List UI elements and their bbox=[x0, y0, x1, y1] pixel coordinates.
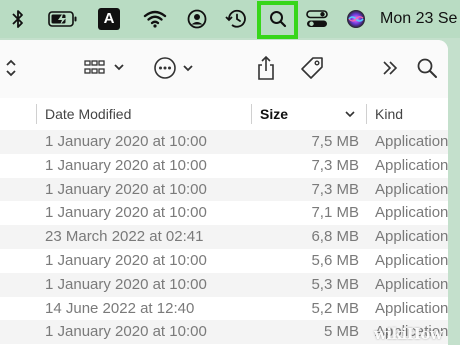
column-size[interactable]: Size bbox=[260, 98, 288, 130]
cell-date-modified: 1 January 2020 at 10:00 bbox=[45, 251, 207, 269]
spotlight-highlight-box bbox=[257, 1, 298, 39]
column-divider bbox=[366, 104, 367, 124]
sort-descending-icon[interactable] bbox=[343, 107, 357, 124]
table-row[interactable]: 1 January 2020 at 10:00 7,5 MB Applicati… bbox=[0, 130, 448, 154]
cell-date-modified: 23 March 2022 at 02:41 bbox=[45, 228, 204, 246]
cell-date-modified: 1 January 2020 at 10:00 bbox=[45, 133, 207, 150]
input-source-label: A bbox=[98, 8, 120, 30]
file-list: 1 January 2020 at 10:00 7,5 MB Applicati… bbox=[0, 130, 448, 345]
column-divider bbox=[36, 104, 37, 124]
bluetooth-icon[interactable] bbox=[8, 0, 28, 38]
tag-icon[interactable] bbox=[298, 48, 326, 88]
cell-size: 7,5 MB bbox=[311, 133, 359, 150]
cell-kind: Application bbox=[375, 133, 448, 150]
cell-kind: Application bbox=[375, 251, 448, 269]
wikihow-watermark: wikiHow bbox=[374, 325, 443, 343]
battery-charging-icon[interactable] bbox=[48, 0, 78, 38]
table-row[interactable]: 1 January 2020 at 10:00 7,1 MB Applicati… bbox=[0, 201, 448, 226]
menu-bar-clock[interactable]: Mon 23 Se bbox=[380, 0, 457, 38]
action-menu-icon[interactable] bbox=[150, 48, 198, 88]
cell-size: 6,8 MB bbox=[311, 228, 359, 246]
column-header: Date Modified Size Kind bbox=[0, 98, 448, 131]
cell-size: 5,2 MB bbox=[311, 299, 359, 317]
cell-size: 7,1 MB bbox=[311, 204, 359, 222]
share-icon[interactable] bbox=[252, 48, 280, 88]
search-icon[interactable] bbox=[414, 48, 440, 88]
cell-kind: Application bbox=[375, 156, 448, 174]
menu-bar: A Mon 23 Se bbox=[0, 0, 460, 39]
cell-kind: Application bbox=[375, 180, 448, 198]
cell-kind: Application bbox=[375, 204, 448, 222]
cell-size: 5,6 MB bbox=[311, 251, 359, 269]
cell-size: 5,3 MB bbox=[311, 275, 359, 293]
cell-date-modified: 1 January 2020 at 10:00 bbox=[45, 323, 207, 341]
finder-toolbar bbox=[0, 40, 448, 99]
more-chevrons-icon[interactable] bbox=[378, 48, 402, 88]
keyboard-input-icon[interactable]: A bbox=[96, 0, 122, 38]
table-row[interactable]: 14 June 2022 at 12:40 5,2 MB Application bbox=[0, 296, 448, 321]
wifi-icon[interactable] bbox=[140, 0, 170, 38]
time-machine-icon[interactable] bbox=[223, 0, 249, 38]
cell-date-modified: 1 January 2020 at 10:00 bbox=[45, 180, 207, 198]
table-row[interactable]: 1 January 2020 at 10:00 5,6 MB Applicati… bbox=[0, 248, 448, 273]
cell-size: 5 MB bbox=[323, 323, 359, 341]
cell-kind: Application bbox=[375, 228, 448, 246]
cell-size: 7,3 MB bbox=[311, 156, 359, 174]
column-divider bbox=[251, 104, 252, 124]
cell-date-modified: 1 January 2020 at 10:00 bbox=[45, 204, 207, 222]
column-date-modified[interactable]: Date Modified bbox=[45, 98, 131, 130]
siri-icon[interactable] bbox=[343, 0, 369, 38]
cell-size: 7,3 MB bbox=[311, 180, 359, 198]
user-icon[interactable] bbox=[184, 0, 210, 38]
column-kind[interactable]: Kind bbox=[375, 98, 403, 130]
control-center-icon[interactable] bbox=[303, 0, 331, 38]
table-row[interactable]: 23 March 2022 at 02:41 6,8 MB Applicatio… bbox=[0, 225, 448, 249]
cell-date-modified: 1 January 2020 at 10:00 bbox=[45, 275, 207, 293]
cell-date-modified: 1 January 2020 at 10:00 bbox=[45, 156, 207, 174]
sidebar-chevron-icon[interactable] bbox=[2, 48, 20, 88]
table-row[interactable]: 1 January 2020 at 10:00 7,3 MB Applicati… bbox=[0, 177, 448, 202]
cell-date-modified: 14 June 2022 at 12:40 bbox=[45, 299, 195, 317]
cell-kind: Application bbox=[375, 299, 448, 317]
group-view-icon[interactable] bbox=[80, 48, 128, 88]
table-row[interactable]: 1 January 2020 at 10:00 7,3 MB Applicati… bbox=[0, 153, 448, 178]
finder-window: Date Modified Size Kind 1 January 2020 a… bbox=[0, 40, 448, 345]
cell-kind: Application bbox=[375, 275, 448, 293]
table-row[interactable]: 1 January 2020 at 10:00 5,3 MB Applicati… bbox=[0, 272, 448, 297]
